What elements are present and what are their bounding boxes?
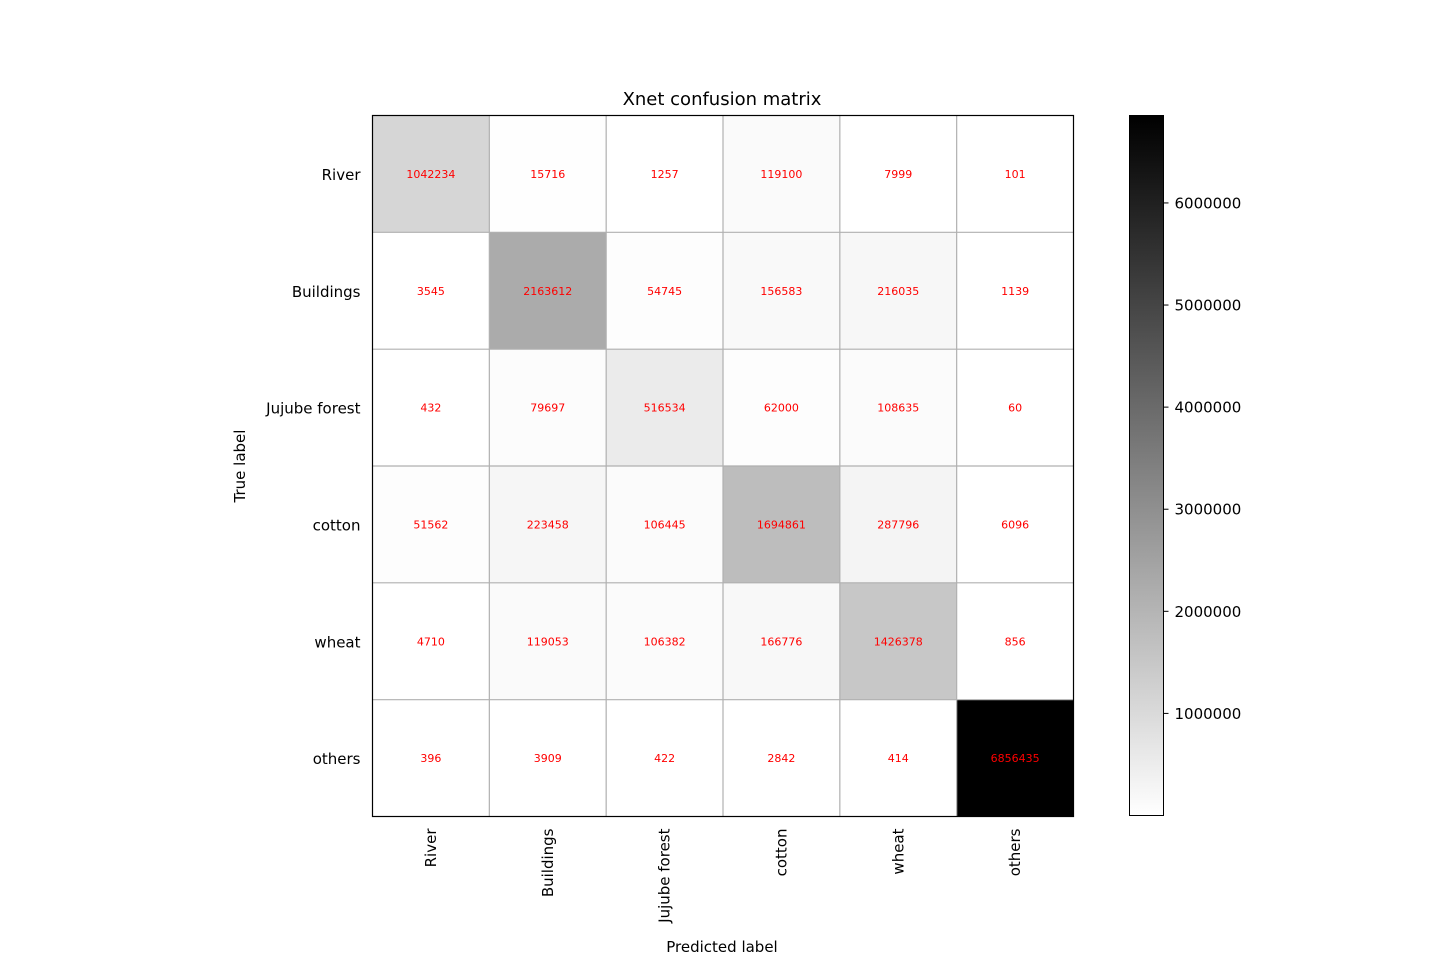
cell-value-label: 60 (1008, 402, 1022, 415)
colorbar-tick-label: 5000000 (1175, 297, 1242, 315)
cell-value-label: 856 (1005, 635, 1026, 648)
y-tick-label: Jujube forest (265, 400, 360, 418)
cell-value-label: 106382 (644, 635, 686, 648)
cell-value-label: 432 (420, 402, 441, 415)
cell-value-label: 1426378 (874, 635, 923, 648)
cell-value-label: 287796 (877, 518, 919, 531)
cell-value-label: 54745 (647, 285, 682, 298)
cell-value-label: 119100 (760, 168, 802, 181)
cell-value-label: 3545 (417, 285, 445, 298)
cell-value-label: 414 (888, 752, 909, 765)
cell-value-label: 516534 (644, 402, 686, 415)
confusion-matrix-chart: Xnet confusion matrix 1042234 15716 1257 11… (231, 89, 1242, 956)
cell-value-label: 1257 (651, 168, 679, 181)
colorbar-tick-label: 1000000 (1175, 705, 1242, 723)
y-tick-label: River (322, 166, 362, 184)
x-axis-label: Predicted label (666, 938, 777, 956)
cell-value-label: 15716 (530, 168, 565, 181)
y-tick-labels: River Buildings Jujube forest cotton wheat ot… (265, 166, 361, 768)
cell-value-label: 4710 (417, 635, 445, 648)
x-tick-label: others (1006, 828, 1024, 876)
y-tick-label: cotton (313, 516, 361, 534)
colorbar-tick-label: 4000000 (1175, 399, 1242, 417)
y-tick-label: others (313, 750, 361, 768)
cell-value-label: 156583 (760, 285, 802, 298)
y-tick-label: wheat (314, 633, 360, 651)
cell-value-label: 6096 (1001, 518, 1029, 531)
cell-value-label: 7999 (884, 168, 912, 181)
cell-value-label: 2163612 (523, 285, 572, 298)
chart-title: Xnet confusion matrix (623, 89, 822, 110)
cell-value-label: 223458 (527, 518, 569, 531)
cell-value-label: 106445 (644, 518, 686, 531)
y-tick-label: Buildings (292, 283, 361, 301)
colorbar (1129, 115, 1164, 816)
x-tick-label: Jujube forest (656, 828, 674, 923)
colorbar-tick-label: 6000000 (1175, 194, 1242, 212)
cell-value-label: 101 (1005, 168, 1026, 181)
cell-value-label: 2842 (767, 752, 795, 765)
cell-value-label: 422 (654, 752, 675, 765)
cell-value-label: 1139 (1001, 285, 1029, 298)
colorbar-tick-label: 2000000 (1175, 603, 1242, 621)
colorbar-ticks: 1000000 2000000 3000000 4000000 5000000 60000… (1163, 194, 1242, 723)
x-tick-label: Buildings (539, 828, 557, 897)
cell-value-label: 51562 (413, 518, 448, 531)
cell-value-label: 3909 (534, 752, 562, 765)
y-axis-label: True label (231, 430, 249, 504)
cell-value-label: 1042234 (406, 168, 455, 181)
x-tick-label: wheat (889, 828, 907, 874)
x-tick-label: River (422, 828, 440, 868)
cell-value-label: 1694861 (757, 518, 806, 531)
cell-value-label: 108635 (877, 402, 919, 415)
cell-value-label: 79697 (530, 402, 565, 415)
cell-value-label: 62000 (764, 402, 799, 415)
x-tick-labels: River Buildings Jujube forest cotton wheat ot… (422, 828, 1024, 924)
cell-value-label: 396 (420, 752, 441, 765)
colorbar-tick-label: 3000000 (1175, 501, 1242, 519)
cell-value-label: 166776 (760, 635, 802, 648)
cell-value-label: 216035 (877, 285, 919, 298)
cell-value-label: 119053 (527, 635, 569, 648)
cell-value-label: 6856435 (991, 752, 1040, 765)
x-tick-label: cotton (772, 829, 790, 877)
